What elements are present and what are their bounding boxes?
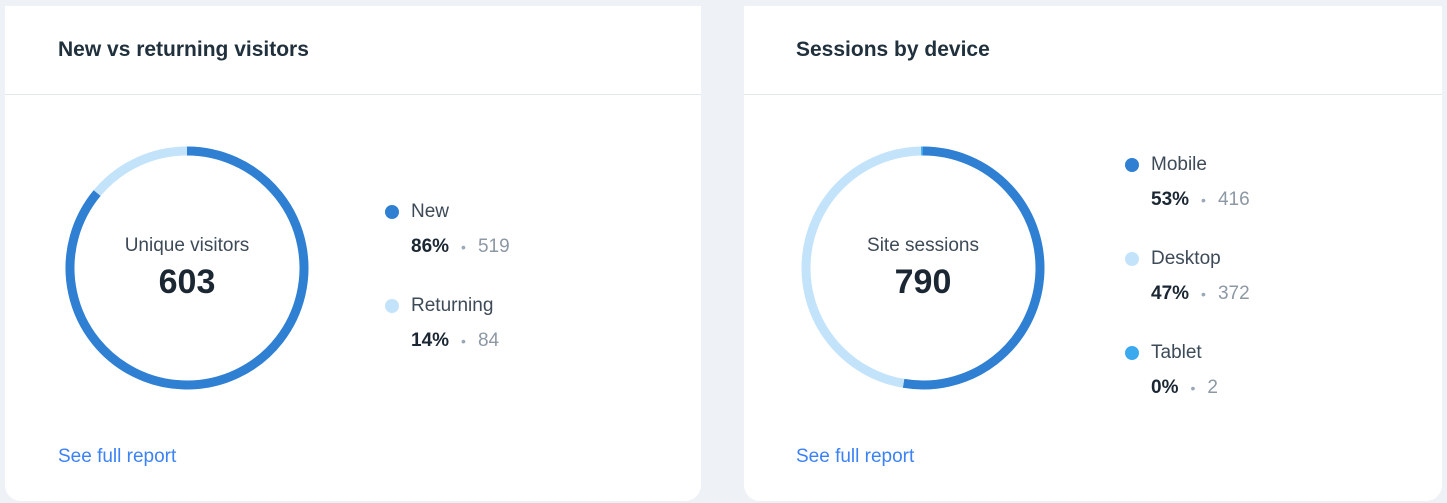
donut-center: Unique visitors 603 (62, 143, 312, 393)
donut-total: 603 (158, 262, 216, 301)
card-header: Sessions by device (744, 6, 1442, 95)
legend-percent: 0% (1151, 377, 1179, 398)
donut-center-label: Unique visitors (124, 234, 250, 256)
see-full-report-link[interactable]: See full report (58, 446, 176, 468)
legend-item-new[interactable]: New 86% • 519 (385, 199, 510, 293)
legend-dot-icon (1125, 158, 1139, 172)
legend-item-returning[interactable]: Returning 14% • 84 (385, 293, 510, 387)
card-header: New vs returning visitors (5, 6, 701, 95)
legend-count: 519 (477, 236, 510, 257)
legend-percent: 86% (411, 236, 450, 257)
legend-dot-icon (385, 299, 399, 313)
legend-dot-icon (1125, 346, 1139, 360)
bullet-separator: • (1201, 286, 1206, 302)
legend-item-mobile[interactable]: Mobile 53% • 416 (1125, 152, 1250, 246)
sessions-card: Sessions by device Site sessions 790 Mob… (744, 6, 1442, 501)
legend: New 86% • 519 Returning 14% • 84 (385, 199, 510, 387)
visitors-card: New vs returning visitors Unique visitor… (5, 6, 701, 501)
legend-name: Mobile (1151, 154, 1207, 175)
donut-chart[interactable]: Unique visitors 603 (62, 143, 312, 393)
legend-name: Desktop (1151, 248, 1221, 269)
legend-name: New (411, 201, 450, 222)
legend-item-tablet[interactable]: Tablet 0% • 2 (1125, 340, 1250, 434)
legend-percent: 47% (1151, 283, 1190, 304)
donut-center: Site sessions 790 (798, 143, 1048, 393)
legend-dot-icon (385, 205, 399, 219)
legend-count: 372 (1217, 283, 1250, 304)
legend-count: 2 (1207, 377, 1218, 398)
legend-item-desktop[interactable]: Desktop 47% • 372 (1125, 246, 1250, 340)
legend-name: Returning (411, 295, 494, 316)
card-title: Sessions by device (796, 38, 990, 61)
bullet-separator: • (461, 333, 466, 349)
legend: Mobile 53% • 416 Desktop 47% • 372 Table… (1125, 152, 1250, 434)
see-full-report-link[interactable]: See full report (796, 446, 914, 468)
bullet-separator: • (1201, 192, 1206, 208)
legend-dot-icon (1125, 252, 1139, 266)
legend-percent: 53% (1151, 189, 1190, 210)
legend-count: 84 (477, 330, 500, 351)
donut-total: 790 (894, 262, 952, 301)
bullet-separator: • (461, 239, 466, 255)
legend-percent: 14% (411, 330, 450, 351)
legend-name: Tablet (1151, 342, 1202, 363)
donut-chart[interactable]: Site sessions 790 (798, 143, 1048, 393)
card-title: New vs returning visitors (58, 38, 309, 61)
bullet-separator: • (1190, 380, 1196, 396)
donut-center-label: Site sessions (867, 234, 979, 256)
legend-count: 416 (1217, 189, 1250, 210)
